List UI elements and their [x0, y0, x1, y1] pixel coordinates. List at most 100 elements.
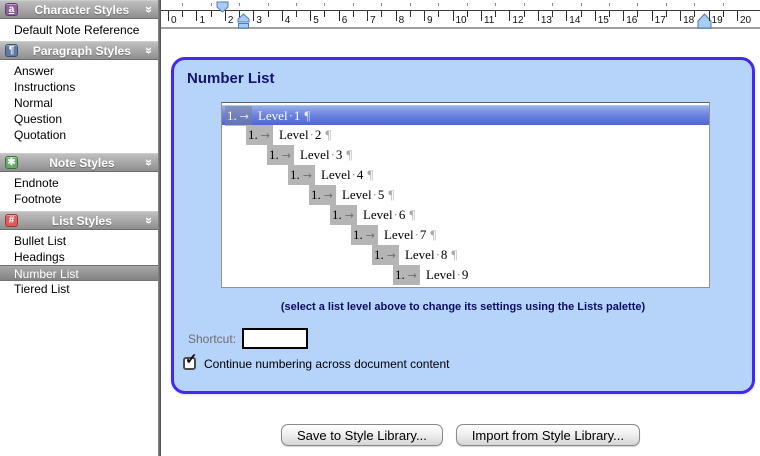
list-level-row-7[interactable]: 1. → Level·7 ¶: [222, 225, 709, 245]
first-line-indent-marker[interactable]: [216, 1, 229, 13]
ruler-half-tick: [296, 11, 298, 17]
ruler-tick-label: 1: [199, 15, 205, 26]
ruler-half-dot: [466, 3, 468, 6]
sidebar-item-footnote[interactable]: Footnote: [0, 191, 158, 207]
list-number-chip: 1. →: [330, 205, 357, 225]
sidebar-section-note: ✱ Note Styles » Endnote Footnote: [0, 153, 158, 209]
ruler-half-dot: [409, 3, 411, 6]
sidebar-item-instructions[interactable]: Instructions: [0, 79, 158, 95]
ruler-half-dot: [239, 3, 241, 6]
sidebar-item-answer[interactable]: Answer: [0, 63, 158, 79]
collapse-chevron-icon[interactable]: »: [142, 6, 157, 13]
section-header-list[interactable]: # List Styles »: [0, 211, 158, 230]
list-number-chip: 1. →: [267, 145, 294, 165]
ruler-tick: [196, 11, 198, 21]
ruler-baseline: [161, 10, 760, 11]
ruler-tick: [680, 11, 682, 21]
sidebar-item-headings[interactable]: Headings: [0, 249, 158, 265]
level-label: Level: [341, 187, 372, 202]
list-level-row-6[interactable]: 1. → Level·6 ¶: [222, 205, 709, 225]
ruler-tick-label: 15: [597, 15, 609, 26]
list-number: 1.: [353, 227, 363, 242]
sidebar-item-tiered-list[interactable]: Tiered List: [0, 281, 158, 297]
collapse-chevron-icon[interactable]: »: [142, 217, 157, 224]
shortcut-label: Shortcut:: [188, 332, 237, 346]
continue-numbering-checkbox[interactable]: ✓: [183, 352, 198, 370]
checkmark-icon: ✓: [185, 351, 198, 368]
sidebar-item-question[interactable]: Question: [0, 111, 158, 127]
ruler-half-tick: [210, 11, 212, 17]
list-level-row-2[interactable]: 1. → Level·2 ¶: [222, 125, 709, 145]
ruler-tick: [424, 11, 426, 21]
level-label: Level: [299, 147, 330, 162]
right-indent-marker[interactable]: [697, 13, 712, 29]
list-preview: 1. → Level·1 ¶ 1. → Level·2 ¶ 1. → Level·3 ¶ 1. → Leve…: [221, 102, 710, 288]
ruler-tick-label: 19: [711, 15, 723, 26]
ruler-half-dot: [694, 3, 696, 6]
collapse-chevron-icon[interactable]: »: [142, 159, 157, 166]
ruler-tick: [281, 11, 283, 21]
sidebar-item-endnote[interactable]: Endnote: [0, 175, 158, 191]
ruler-tick: [708, 11, 710, 21]
section-items: Endnote Footnote: [0, 172, 158, 209]
list-number: 1.: [269, 147, 279, 162]
ruler-half-dot: [495, 3, 497, 6]
ruler-half-tick: [722, 11, 724, 17]
ruler-tick-label: 18: [683, 15, 695, 26]
ruler-tick-label: 4: [284, 15, 291, 26]
pilcrow-icon: ¶: [304, 108, 311, 123]
list-level-row-4[interactable]: 1. → Level·4 ¶: [222, 165, 709, 185]
list-level-row-3[interactable]: 1. → Level·3 ¶: [222, 145, 709, 165]
section-label: Paragraph Styles: [32, 43, 131, 58]
list-number: 1.: [395, 267, 405, 282]
ruler-half-tick: [438, 11, 440, 17]
section-header-note[interactable]: ✱ Note Styles »: [0, 153, 158, 172]
section-header-paragraph[interactable]: ¶ Paragraph Styles »: [0, 41, 158, 60]
ruler-half-dot: [182, 3, 184, 6]
sidebar-item-bullet-list[interactable]: Bullet List: [0, 233, 158, 249]
sidebar-divider[interactable]: [158, 0, 161, 456]
pilcrow-icon: ¶: [388, 187, 395, 202]
level-label: Level: [257, 108, 288, 123]
list-number-chip: 1. →: [393, 265, 420, 285]
section-label: Character Styles: [34, 2, 130, 17]
ruler-tick-label: 5: [313, 15, 319, 26]
collapse-chevron-icon[interactable]: »: [142, 47, 157, 54]
list-level-row-9[interactable]: 1. → Level·9: [222, 265, 709, 285]
sidebar-item-number-list[interactable]: Number List: [0, 265, 158, 281]
list-level-row-8[interactable]: 1. → Level·8 ¶: [222, 245, 709, 265]
sidebar-item-normal[interactable]: Normal: [0, 95, 158, 111]
level-number: 8: [440, 247, 448, 262]
pilcrow-icon: ¶: [451, 247, 458, 262]
ruler-tick-label: 7: [370, 15, 376, 26]
pilcrow-icon: ¶: [325, 127, 332, 142]
list-styles-icon: #: [5, 214, 18, 227]
sidebar-item-default-note-reference[interactable]: Default Note Reference: [0, 22, 158, 38]
ruler-half-dot: [722, 3, 724, 6]
sidebar: a Character Styles » Default Note Reference…: [0, 0, 158, 456]
ruler-half-tick: [381, 11, 383, 17]
ruler-half-tick: [267, 11, 269, 17]
list-level-row-1[interactable]: 1. → Level·1 ¶: [222, 105, 709, 126]
ruler: 0 1 2 3 4 5 6 7 8 9 10 11 12 13 14 15 16 17 18 19 20: [161, 0, 760, 29]
ruler-tick-label: 2: [227, 15, 234, 26]
list-number: 1.: [332, 207, 342, 222]
list-number-chip: 1. →: [309, 185, 336, 205]
sidebar-item-quotation[interactable]: Quotation: [0, 127, 158, 143]
pilcrow-icon: ¶: [367, 167, 374, 182]
list-level-row-5[interactable]: 1. → Level·5 ¶: [222, 185, 709, 205]
ruler-half-dot: [324, 3, 326, 6]
ruler-tick-label: 10: [455, 15, 467, 26]
save-to-style-library-button[interactable]: Save to Style Library...: [280, 424, 443, 446]
list-number-chip: 1. →: [288, 165, 315, 185]
list-number: 1.: [290, 167, 300, 182]
ruler-tick: [168, 11, 169, 21]
ruler-tick-label: 12: [512, 15, 524, 26]
style-sheet-window: a Character Styles » Default Note Reference…: [0, 0, 760, 456]
section-header-character[interactable]: a Character Styles »: [0, 0, 158, 19]
shortcut-input[interactable]: [242, 328, 308, 349]
tab-arrow-icon: →: [239, 110, 249, 123]
footer-buttons: Save to Style Library... Import from Sty…: [161, 424, 760, 446]
import-from-style-library-button[interactable]: Import from Style Library...: [455, 424, 640, 446]
section-items: Default Note Reference: [0, 19, 158, 40]
